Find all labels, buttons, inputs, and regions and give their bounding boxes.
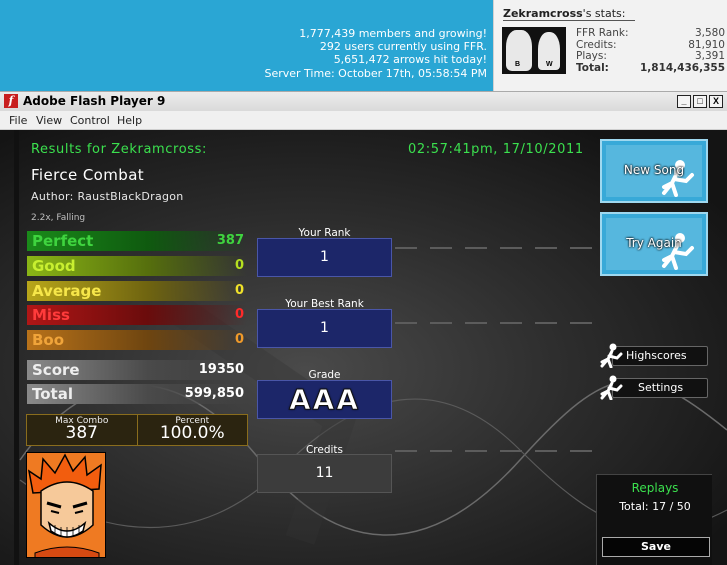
menu-control[interactable]: Control bbox=[70, 114, 110, 127]
avatar: B W bbox=[502, 27, 566, 74]
site-banner: 1,777,439 members and growing! 292 users… bbox=[0, 0, 727, 91]
username[interactable]: Zekramcross bbox=[503, 7, 583, 20]
try-again-button[interactable]: Try Again bbox=[600, 212, 708, 276]
song-author: Author: RaustBlackDragon bbox=[31, 190, 184, 203]
judgement-boo: Boo 0 bbox=[27, 330, 247, 350]
results-timestamp: 02:57:41pm, 17/10/2011 bbox=[408, 142, 584, 157]
menu-file[interactable]: File bbox=[9, 114, 27, 127]
save-replay-button[interactable]: Save bbox=[602, 537, 710, 557]
window-title: Adobe Flash Player 9 bbox=[23, 94, 166, 108]
character-face-icon bbox=[27, 453, 105, 557]
maximize-button[interactable]: □ bbox=[693, 95, 707, 108]
settings-label: Settings bbox=[638, 381, 684, 394]
new-song-label: New Song bbox=[623, 163, 685, 177]
menu-help[interactable]: Help bbox=[117, 114, 142, 127]
runner-icon bbox=[600, 343, 623, 368]
stats-suffix: 's stats: bbox=[582, 7, 626, 20]
percent: Percent 100.0% bbox=[136, 415, 248, 445]
score-row: Score 19350 bbox=[27, 360, 247, 380]
try-again-label: Try Again bbox=[626, 236, 682, 250]
avatar-label-w: W bbox=[546, 61, 553, 68]
judgement-good: Good 0 bbox=[27, 256, 247, 276]
close-button[interactable]: X bbox=[709, 95, 723, 108]
flash-player-icon: f bbox=[4, 94, 18, 108]
arrows-count: 5,651,472 arrows hit today! bbox=[333, 53, 487, 67]
avatar-label-b: B bbox=[515, 61, 521, 68]
grade-box: AAA bbox=[257, 380, 392, 419]
combo-percent-box: Max Combo 387 Percent 100.0% bbox=[26, 414, 248, 446]
judgement-perfect: Perfect 387 bbox=[27, 231, 247, 251]
user-stats-panel: Zekramcross's stats: B W FFR Rank: 3,580 … bbox=[493, 0, 727, 91]
stat-ffr-rank: FFR Rank: 3,580 bbox=[576, 27, 725, 39]
judgement-miss: Miss 0 bbox=[27, 305, 247, 325]
replays-total: Total: 17 / 50 bbox=[619, 500, 691, 513]
highscores-label: Highscores bbox=[626, 349, 687, 362]
total-row: Total 599,850 bbox=[27, 384, 247, 404]
new-song-button[interactable]: New Song bbox=[600, 139, 708, 203]
divider bbox=[503, 20, 635, 21]
online-count: 292 users currently using FFR. bbox=[319, 40, 487, 54]
members-count: 1,777,439 members and growing! bbox=[299, 27, 487, 40]
grade-value: AAA bbox=[288, 383, 360, 417]
best-rank-value: 1 bbox=[257, 309, 392, 348]
credits-value: 11 bbox=[257, 454, 392, 493]
user-stats-title: Zekramcross's stats: bbox=[503, 7, 625, 20]
judgement-average: Average 0 bbox=[27, 281, 247, 301]
minimize-button[interactable]: _ bbox=[677, 95, 691, 108]
character-portrait bbox=[26, 452, 106, 558]
replays-title: Replays bbox=[631, 481, 679, 495]
results-header: Results for Zekramcross: bbox=[31, 142, 207, 157]
menu-view[interactable]: View bbox=[36, 114, 62, 127]
site-stats: 1,777,439 members and growing! 292 users… bbox=[264, 27, 487, 80]
highscores-button[interactable]: Highscores bbox=[598, 343, 708, 368]
song-title: Fierce Combat bbox=[31, 166, 145, 184]
runner-icon bbox=[600, 375, 623, 400]
window-titlebar[interactable]: f Adobe Flash Player 9 _ □ X bbox=[0, 91, 727, 111]
settings-button[interactable]: Settings bbox=[598, 375, 708, 400]
stat-plays: Plays: 3,391 bbox=[576, 50, 725, 62]
menu-bar: File View Control Help bbox=[0, 111, 727, 130]
replays-panel: Replays Total: 17 / 50 Save bbox=[596, 474, 712, 565]
results-screen: Results for Zekramcross: 02:57:41pm, 17/… bbox=[0, 130, 727, 565]
your-rank-value: 1 bbox=[257, 238, 392, 277]
server-time: Server Time: October 17th, 05:58:54 PM bbox=[264, 66, 487, 80]
stat-total: Total: 1,814,436,355 bbox=[576, 61, 725, 74]
max-combo: Max Combo 387 bbox=[55, 416, 109, 443]
play-mods: 2.2x, Falling bbox=[31, 213, 86, 223]
stats-table: FFR Rank: 3,580 Credits: 81,910 Plays: 3,39… bbox=[576, 27, 725, 74]
